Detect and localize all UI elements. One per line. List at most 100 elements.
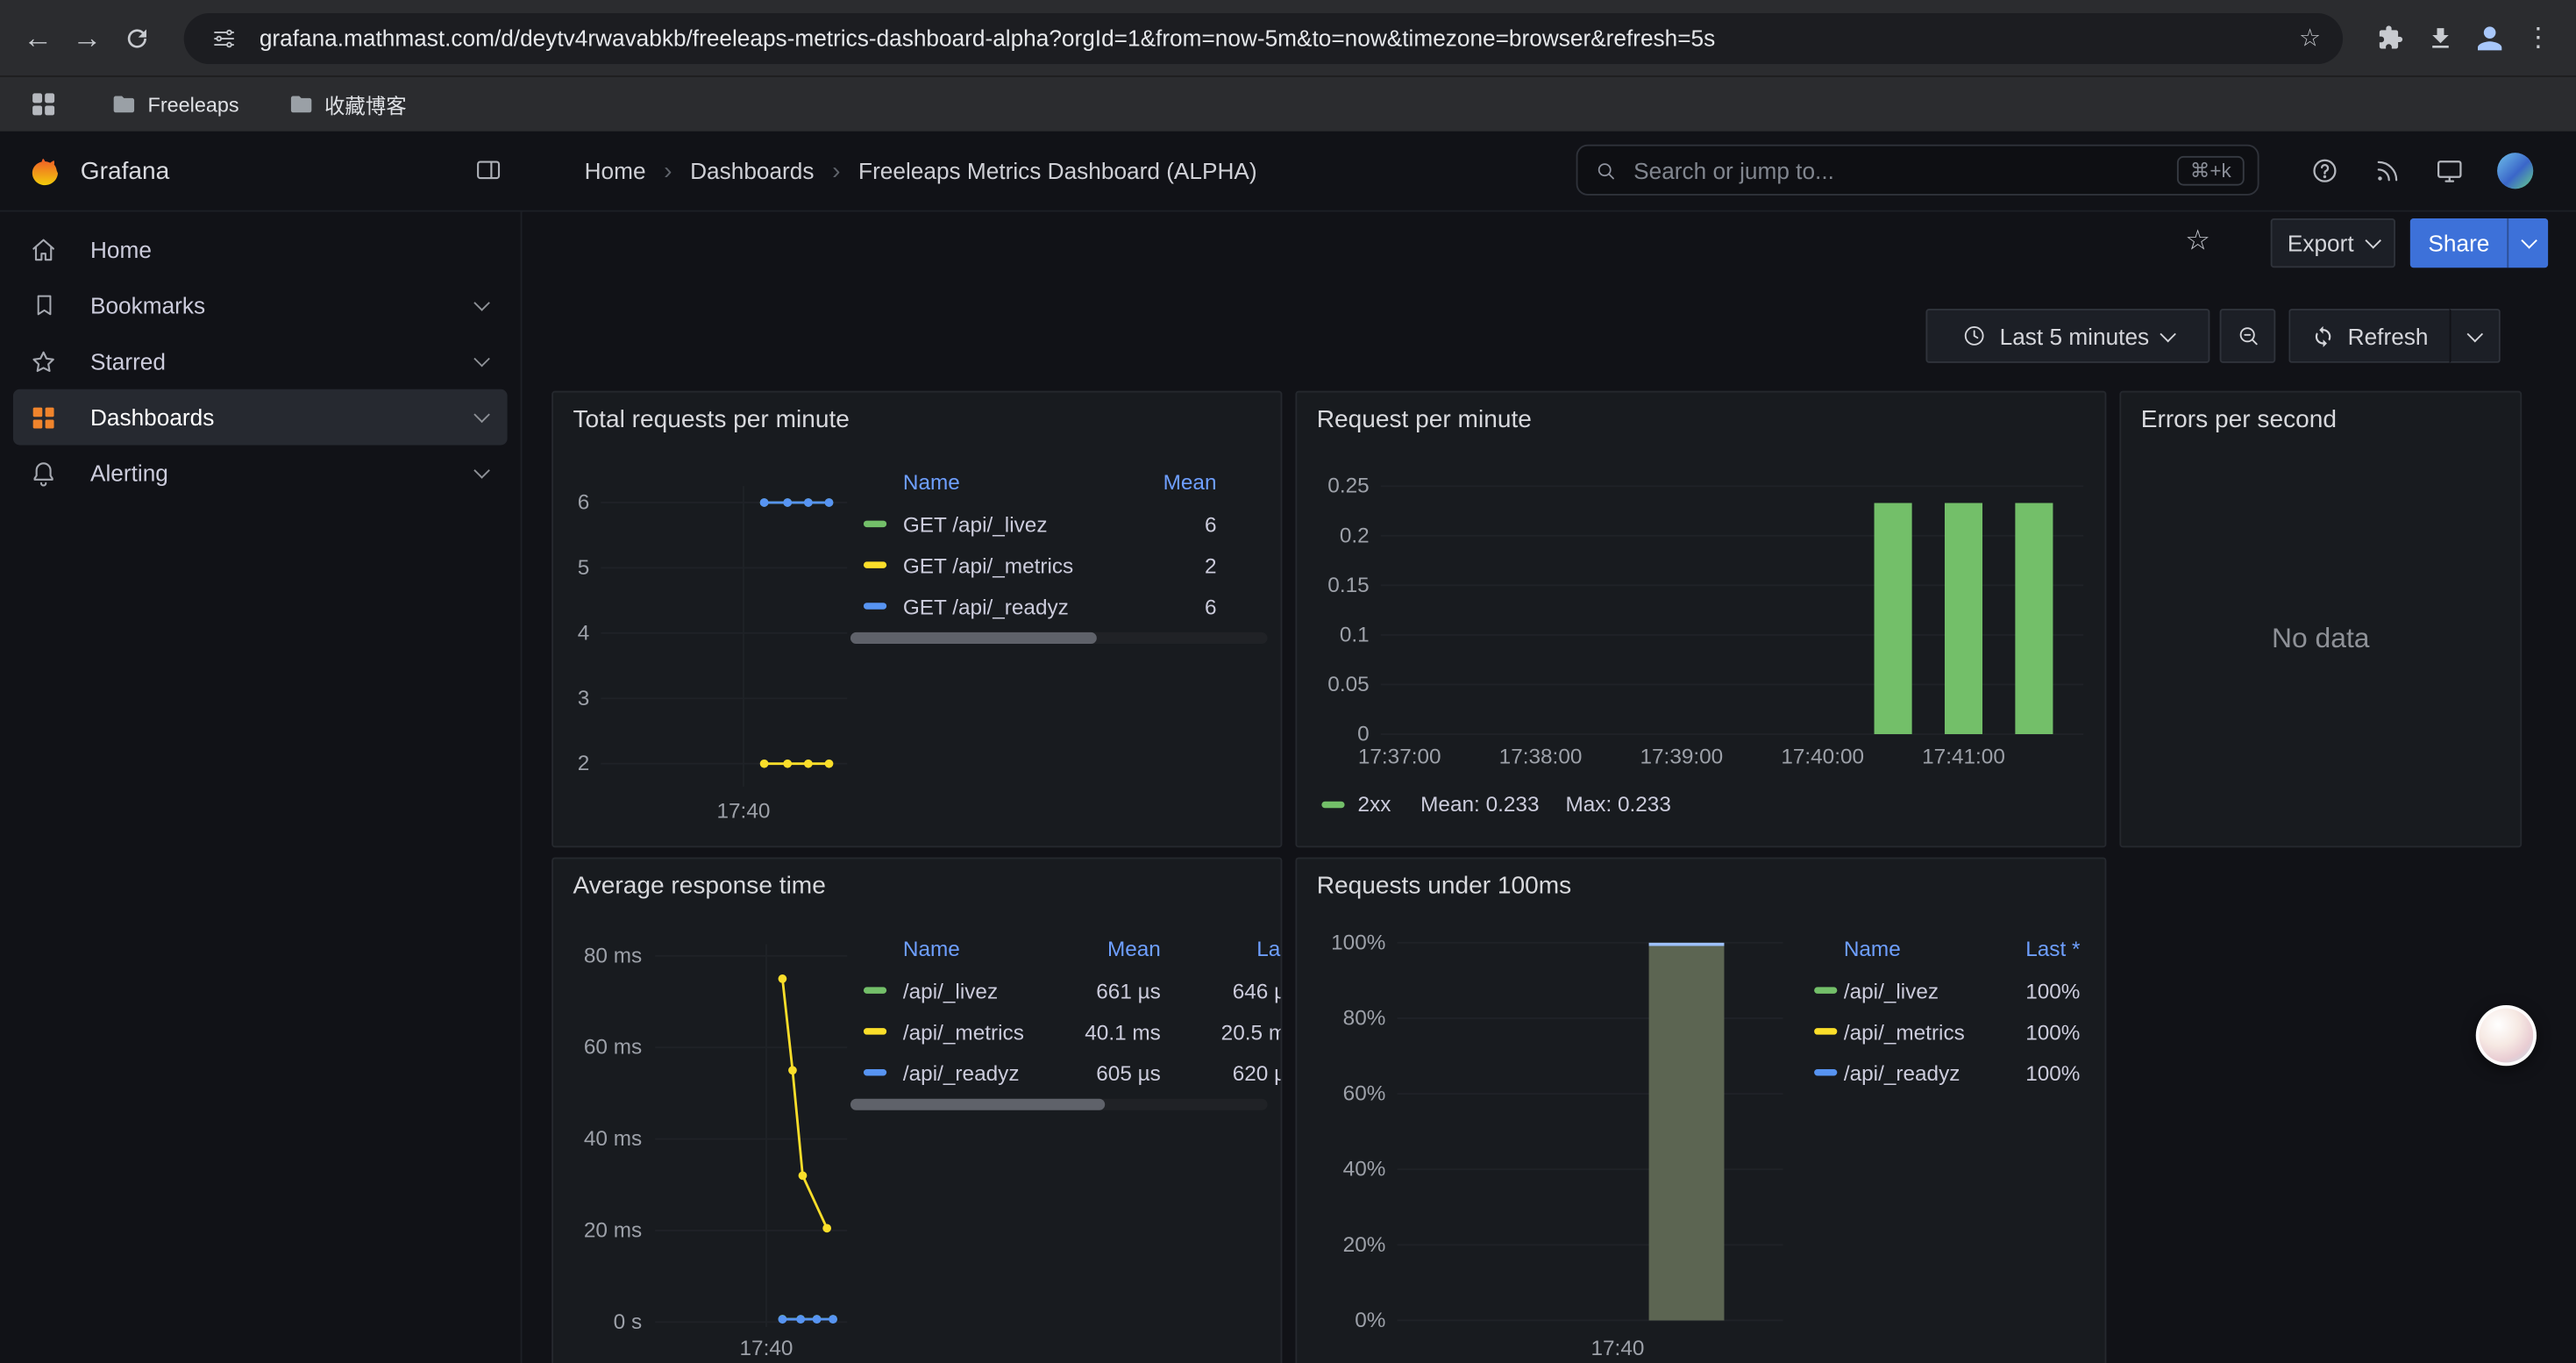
series-name[interactable]: GET /api/_metrics xyxy=(903,546,1073,587)
breadcrumb-dashboards[interactable]: Dashboards xyxy=(690,158,814,184)
refresh-button[interactable]: Refresh xyxy=(2288,309,2450,363)
series-name[interactable]: GET /api/_livez xyxy=(903,504,1048,546)
dashboard-main: ☆ Export Share Last 5 minutes Refresh To… xyxy=(523,212,2576,1363)
legend-header-last[interactable]: Last xyxy=(1189,928,1283,971)
share-menu-button[interactable] xyxy=(2508,218,2549,268)
series-last: 100% xyxy=(1965,971,2080,1012)
series-last: 100% xyxy=(1965,1011,2080,1053)
bookmark-folder-freeleaps[interactable]: Freeleaps xyxy=(111,92,238,117)
svg-text:17:39:00: 17:39:00 xyxy=(1640,746,1724,769)
svg-text:0.1: 0.1 xyxy=(1340,623,1370,646)
series-color-dash xyxy=(1321,801,1344,807)
back-button[interactable]: ← xyxy=(13,13,62,62)
panel-title[interactable]: Request per minute xyxy=(1317,406,1532,434)
chevron-down-icon[interactable] xyxy=(473,462,490,479)
legend-scrollbar[interactable] xyxy=(850,632,1268,644)
forward-button[interactable]: → xyxy=(62,13,111,62)
breadcrumb-home[interactable]: Home xyxy=(585,158,646,184)
sidebar-item-alerting[interactable]: Alerting xyxy=(13,445,508,501)
legend-header-mean[interactable]: Mean xyxy=(1021,928,1161,971)
folder-icon xyxy=(111,92,136,117)
svg-text:17:41:00: 17:41:00 xyxy=(1922,746,2005,769)
series-name[interactable]: /api/_readyz xyxy=(1844,1053,1960,1094)
site-settings-icon[interactable] xyxy=(203,18,243,58)
series-name[interactable]: /api/_livez xyxy=(903,971,998,1012)
time-range-label: Last 5 minutes xyxy=(2000,323,2150,349)
search-box[interactable]: ⌘+k xyxy=(1576,145,2259,196)
rss-icon[interactable] xyxy=(2373,156,2402,186)
chevron-down-icon[interactable] xyxy=(473,351,490,368)
apps-grid-icon[interactable] xyxy=(23,84,62,124)
series-color-dash xyxy=(864,521,886,527)
folder-icon xyxy=(288,92,313,117)
search-input[interactable] xyxy=(1630,155,2177,185)
sidebar-item-label: Alerting xyxy=(90,460,168,486)
sidebar-item-label: Dashboards xyxy=(90,404,214,431)
export-button[interactable]: Export xyxy=(2271,218,2395,268)
user-avatar[interactable] xyxy=(2497,153,2533,189)
sidebar-item-label: Starred xyxy=(90,348,166,375)
scrollbar-thumb[interactable] xyxy=(850,632,1097,644)
legend-header-name[interactable]: Name xyxy=(903,461,960,504)
downloads-icon[interactable] xyxy=(2415,13,2464,62)
extensions-icon[interactable] xyxy=(2366,13,2415,62)
sidebar-item-label: Home xyxy=(90,237,152,263)
bar-chart[interactable]: 00.050.10.150.20.2517:37:0017:38:0017:39… xyxy=(1297,393,2106,848)
display-icon[interactable] xyxy=(2435,156,2465,186)
legend-scrollbar[interactable] xyxy=(850,1099,1268,1110)
refresh-control: Refresh xyxy=(2288,309,2501,363)
breadcrumb-separator: › xyxy=(664,157,672,185)
sidebar-item-dashboards[interactable]: Dashboards xyxy=(13,389,508,446)
series-color-dash xyxy=(864,603,886,609)
legend-header-name[interactable]: Name xyxy=(903,928,960,971)
assistant-avatar-widget[interactable] xyxy=(2476,1005,2537,1066)
help-icon[interactable] xyxy=(2310,156,2340,186)
share-label[interactable]: Share xyxy=(2410,218,2508,268)
series-name[interactable]: /api/_livez xyxy=(1844,971,1939,1012)
sidebar-toggle-icon[interactable] xyxy=(474,156,502,192)
series-name[interactable]: /api/_metrics xyxy=(1844,1011,1965,1053)
dashboards-icon xyxy=(30,403,58,432)
time-range-picker[interactable]: Last 5 minutes xyxy=(1925,309,2210,363)
scrollbar-thumb[interactable] xyxy=(850,1099,1105,1110)
series-name[interactable]: GET /api/_readyz xyxy=(903,586,1069,627)
panel-title[interactable]: Average response time xyxy=(573,872,826,900)
legend-row: /api/_livez 100% xyxy=(1801,971,2087,1012)
series-max: Max: 0.233 xyxy=(1565,792,1670,817)
legend-header-last[interactable]: Last * xyxy=(1965,928,2080,971)
reload-button[interactable] xyxy=(111,13,160,62)
legend-header-mean[interactable]: Mean xyxy=(1080,461,1216,504)
favorite-dashboard-star-icon[interactable]: ☆ xyxy=(2185,225,2210,258)
svg-text:0.25: 0.25 xyxy=(1327,475,1369,498)
chevron-down-icon[interactable] xyxy=(473,295,490,311)
sidebar-item-starred[interactable]: Starred xyxy=(13,333,508,389)
url-text[interactable]: grafana.mathmast.com/d/deytv4rwavabkb/fr… xyxy=(260,25,2290,51)
chevron-down-icon[interactable] xyxy=(473,407,490,424)
share-button[interactable]: Share xyxy=(2410,218,2549,268)
clock-icon xyxy=(1962,324,1987,348)
grafana-logo[interactable] xyxy=(26,153,60,188)
series-name[interactable]: 2xx xyxy=(1358,792,1391,817)
series-color-dash xyxy=(864,1028,886,1034)
sidebar-item-home[interactable]: Home xyxy=(13,222,508,278)
sidebar-item-bookmarks[interactable]: Bookmarks xyxy=(13,277,508,333)
refresh-interval-button[interactable] xyxy=(2450,309,2501,363)
series-name[interactable]: /api/_readyz xyxy=(903,1053,1020,1094)
url-bar[interactable]: grafana.mathmast.com/d/deytv4rwavabkb/fr… xyxy=(184,12,2343,63)
panel-title[interactable]: Requests under 100ms xyxy=(1317,872,1571,900)
panel-title[interactable]: Errors per second xyxy=(2141,406,2337,434)
panel-title[interactable]: Total requests per minute xyxy=(573,406,850,434)
panel-average-response-time: Average response time 0 s20 ms40 ms60 ms… xyxy=(551,857,1282,1363)
bookmark-star-icon[interactable]: ☆ xyxy=(2290,18,2330,58)
search-shortcut-badge: ⌘+k xyxy=(2177,155,2245,185)
zoom-out-button[interactable] xyxy=(2220,309,2276,363)
legend-table: Name Mean Last /api/_livez 661 µs 646 µs… xyxy=(850,859,1282,1122)
profile-icon[interactable] xyxy=(2465,13,2514,62)
svg-text:5: 5 xyxy=(578,556,590,580)
legend-header-name[interactable]: Name xyxy=(1844,928,1901,971)
breadcrumb: Home › Dashboards › Freeleaps Metrics Da… xyxy=(585,132,1257,211)
bookmark-folder-blogs[interactable]: 收藏博客 xyxy=(288,89,407,120)
series-name[interactable]: /api/_metrics xyxy=(903,1011,1024,1053)
svg-text:40 ms: 40 ms xyxy=(584,1127,642,1151)
browser-menu-icon[interactable]: ⋮ xyxy=(2514,13,2563,62)
